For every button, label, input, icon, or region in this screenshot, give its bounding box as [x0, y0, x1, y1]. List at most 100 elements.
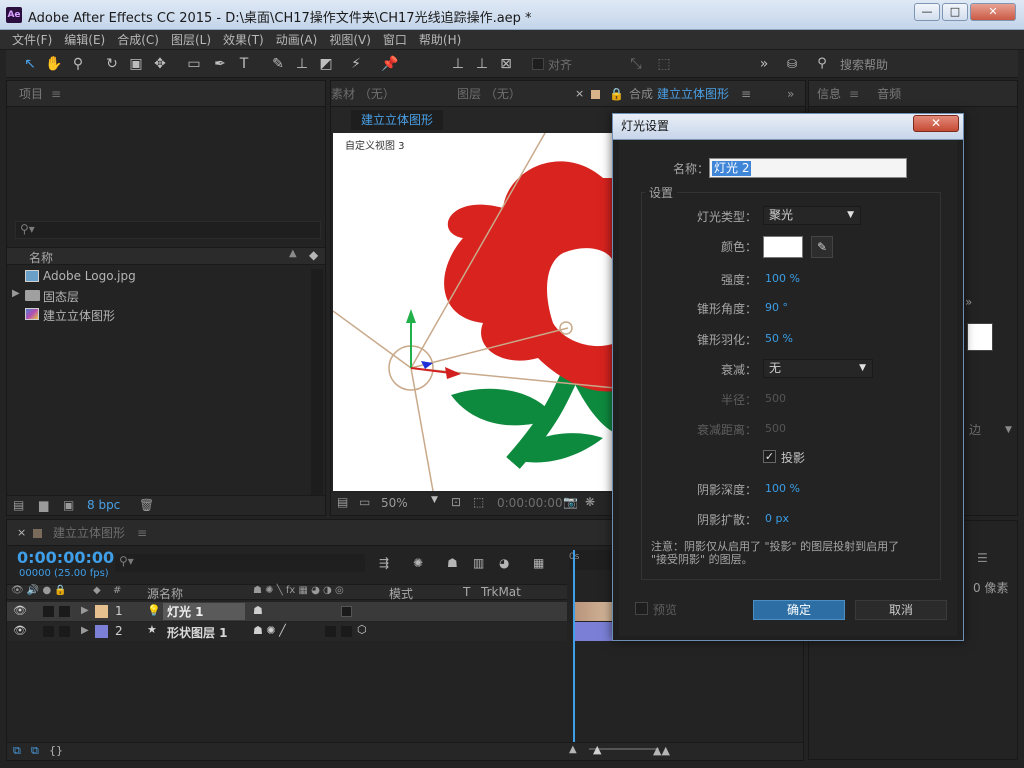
footage-tab[interactable]: 素材 （无）	[331, 81, 395, 106]
menu-effect[interactable]: 效果(T)	[217, 30, 270, 50]
3d-layer-icon[interactable]: ⬡	[357, 623, 367, 636]
type-tool-icon[interactable]: T	[234, 54, 254, 74]
layer-name[interactable]: 形状图层 1	[167, 624, 228, 641]
timeline-comp-tab[interactable]: 建立立体图形	[53, 520, 125, 545]
chevron-down-icon[interactable]: ▼	[1005, 425, 1012, 435]
expand-arrow-icon[interactable]: ▶	[81, 605, 89, 616]
panel-menu-icon[interactable]: ≡	[51, 87, 61, 101]
menu-animation[interactable]: 动画(A)	[270, 30, 324, 50]
window-title-bar[interactable]: Ae Adobe After Effects CC 2015 - D:\桌面\C…	[0, 0, 1024, 30]
expand-arrow-icon[interactable]: ▶	[12, 288, 20, 299]
toggle-in-out-icon[interactable]: {}	[49, 744, 63, 757]
comp-tab-label[interactable]: 合成	[629, 81, 653, 106]
frame-blending-icon[interactable]: ▥	[473, 556, 484, 570]
snapping-checkbox[interactable]	[532, 58, 544, 70]
menu-view[interactable]: 视图(V)	[323, 30, 377, 50]
comp-tab-name[interactable]: 建立立体图形	[657, 81, 729, 106]
shy-switch-icon[interactable]: ☗ ✺ ╱	[253, 624, 286, 637]
project-item[interactable]: ▶ 固态层	[7, 286, 307, 305]
bit-depth-label[interactable]: 8 bpc	[87, 498, 120, 512]
panel-menu-icon[interactable]: ≡	[137, 520, 147, 545]
dialog-title-bar[interactable]: 灯光设置 ✕	[613, 114, 963, 140]
menu-file[interactable]: 文件(F)	[6, 30, 58, 50]
breadcrumb[interactable]: 建立立体图形	[351, 110, 444, 130]
selection-tool-icon[interactable]: ↖	[20, 54, 40, 74]
preview-checkbox[interactable]	[635, 602, 648, 615]
info-tab[interactable]: 信息	[809, 81, 849, 106]
shadow-diffusion-value[interactable]: 0 px	[765, 512, 789, 525]
rectangle-tool-icon[interactable]: ▭	[184, 54, 204, 74]
falloff-select[interactable]: 无 ▼	[763, 359, 873, 378]
motion-blur-icon[interactable]: ◕	[499, 556, 509, 570]
pan-behind-tool-icon[interactable]: ✥	[150, 54, 170, 74]
monitor-icon[interactable]: ▭	[359, 495, 370, 509]
cast-shadows-label[interactable]: 投影	[781, 449, 805, 466]
new-composition-icon[interactable]: ▣	[63, 498, 74, 512]
lock-switch[interactable]	[59, 626, 70, 637]
label-tag-icon[interactable]: ◆	[309, 248, 318, 262]
search-help-icon[interactable]: ⚲	[812, 54, 832, 74]
interpret-footage-icon[interactable]: ▤	[13, 498, 24, 512]
visibility-eye-icon[interactable]: 👁	[13, 604, 27, 617]
maximize-button[interactable]: □	[942, 3, 968, 21]
eyedropper-icon[interactable]: ✎	[811, 236, 833, 258]
layer-duration-bar[interactable]	[573, 602, 613, 621]
zoom-tool-icon[interactable]: ⚲	[68, 54, 88, 74]
view-axis-mode-icon[interactable]: ⊠	[496, 54, 516, 74]
timeline-timecode[interactable]: 0:00:00:00	[17, 548, 114, 567]
trash-icon[interactable]: 🗑	[139, 498, 154, 512]
timeline-search-input[interactable]: ⚲▾	[115, 554, 365, 572]
dialog-close-button[interactable]: ✕	[913, 115, 959, 132]
menu-window[interactable]: 窗口	[377, 30, 413, 50]
safe-margins-icon[interactable]: ⬚	[473, 495, 484, 509]
intensity-value[interactable]: 100 %	[765, 272, 800, 285]
layer-tab[interactable]: 图层 （无）	[457, 81, 521, 106]
layer-row[interactable]: 👁 ▶ 2 ★ 形状图层 1 ☗ ✺ ╱ ⬡	[7, 622, 567, 641]
cone-angle-value[interactable]: 90 °	[765, 301, 788, 314]
time-ruler[interactable]: 0s	[569, 550, 613, 570]
layer-name[interactable]: 灯光 1	[163, 603, 245, 620]
brush-tool-icon[interactable]: ✎	[268, 54, 288, 74]
shy-layers-icon[interactable]: ☗	[447, 556, 458, 570]
visibility-eye-icon[interactable]: 👁	[13, 624, 27, 637]
light-name-input[interactable]: 灯光 2	[709, 158, 907, 178]
search-help-label[interactable]: 搜索帮助	[840, 56, 888, 73]
fill-color-swatch[interactable]	[967, 323, 993, 351]
chevron-down-icon[interactable]: ▼	[431, 495, 438, 505]
puppet-pin-tool-icon[interactable]: 📌	[380, 54, 400, 74]
viewer-timecode[interactable]: 0:00:00:00	[497, 496, 563, 510]
panel-overflow-icon[interactable]: »	[787, 81, 794, 106]
toggle-switches-icon[interactable]: ⧉	[13, 744, 21, 758]
ok-button[interactable]: 确定	[753, 600, 845, 620]
menu-layer[interactable]: 图层(L)	[165, 30, 217, 50]
cast-shadows-checkbox[interactable]: ✓	[763, 450, 776, 463]
trkmat-column[interactable]: TrkMat	[481, 585, 521, 599]
menu-edit[interactable]: 编辑(E)	[58, 30, 111, 50]
hand-tool-icon[interactable]: ✋	[44, 54, 64, 74]
cone-feather-value[interactable]: 50 %	[765, 332, 793, 345]
layer-row[interactable]: 👁 ▶ 1 💡 灯光 1 ☗	[7, 602, 567, 621]
panel-overflow-icon[interactable]: »	[965, 295, 972, 309]
lock-icon[interactable]: 🔒	[609, 81, 624, 106]
solo-switch[interactable]	[43, 606, 54, 617]
shadow-darkness-value[interactable]: 100 %	[765, 482, 800, 495]
clone-stamp-tool-icon[interactable]: ⊥	[292, 54, 312, 74]
eraser-tool-icon[interactable]: ◩	[316, 54, 336, 74]
close-tab-icon[interactable]: ×	[575, 81, 584, 106]
motion-blur-switch[interactable]	[325, 626, 336, 637]
minimize-button[interactable]: —	[914, 3, 940, 21]
expand-arrow-icon[interactable]: ▶	[81, 625, 89, 636]
composition-canvas[interactable]: 自定义视图 3	[333, 133, 615, 491]
project-search-input[interactable]: ⚲▾	[15, 221, 321, 239]
toolbar-overflow-icon[interactable]: »	[754, 54, 774, 74]
color-swatch[interactable]	[763, 236, 803, 258]
project-item[interactable]: Adobe Logo.jpg	[7, 267, 307, 286]
project-scrollbar[interactable]	[311, 269, 323, 499]
playhead[interactable]	[573, 550, 575, 756]
world-axis-mode-icon[interactable]: ⊥	[472, 54, 492, 74]
cancel-button[interactable]: 取消	[855, 600, 947, 620]
snapshot-icon[interactable]: 📷	[563, 495, 578, 509]
zoom-select[interactable]: 50%	[381, 496, 408, 510]
layer-label-color[interactable]	[95, 605, 108, 618]
project-tab[interactable]: 项目	[7, 81, 51, 106]
